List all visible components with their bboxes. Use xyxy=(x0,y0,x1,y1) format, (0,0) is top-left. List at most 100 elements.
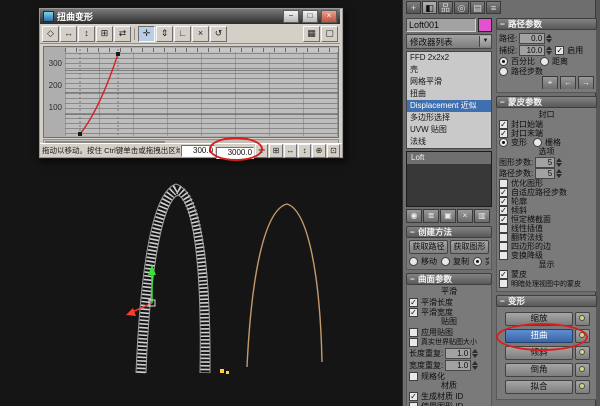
flip-normals-checkbox[interactable]: 翻转法线 xyxy=(499,233,594,242)
utilities-tab-icon[interactable]: ≡ xyxy=(486,1,501,14)
pan-icon[interactable]: ✛ xyxy=(255,143,269,158)
modifier-button[interactable]: 多边形选择 xyxy=(407,112,491,124)
copy-radio[interactable]: 复制 xyxy=(441,256,469,266)
make-symmetrical-icon[interactable]: ◇ xyxy=(42,25,59,42)
shape-steps-spinner[interactable]: 图形步数: 5 xyxy=(499,157,594,168)
zoom-region-icon[interactable]: ⊡ xyxy=(326,143,340,158)
curve-control-point-end[interactable] xyxy=(116,52,120,56)
curve-control-point-start[interactable] xyxy=(78,132,82,136)
spinner-arrows[interactable] xyxy=(472,348,479,358)
scale-toggle-lamp[interactable] xyxy=(575,312,590,326)
display-y-axis-icon[interactable]: ↕ xyxy=(78,25,95,42)
transform-degrade-checkbox[interactable]: 变换降级 xyxy=(499,251,594,260)
snap-spinner[interactable]: 捕捉: 10.0 启用 xyxy=(499,44,594,56)
fit-deformation-button[interactable]: 拟合 xyxy=(505,380,573,394)
display-x-axis-icon[interactable]: ↔ xyxy=(60,25,77,42)
maximize-button[interactable]: □ xyxy=(302,10,318,23)
optimize-shapes-checkbox[interactable]: 优化图形 xyxy=(499,179,594,188)
display-xy-axes-icon[interactable]: ⊞ xyxy=(96,25,113,42)
minimize-button[interactable]: − xyxy=(283,10,299,23)
get-shape-button[interactable]: 获取图形 xyxy=(450,240,489,254)
morph-radio[interactable]: 变形 xyxy=(499,138,527,147)
spinner-arrows[interactable] xyxy=(472,360,479,370)
create-tab-icon[interactable]: + xyxy=(406,1,421,14)
insert-corner-point-icon[interactable]: ∟ xyxy=(174,25,191,42)
smooth-length-checkbox[interactable]: 平滑长度 xyxy=(409,297,489,307)
move-radio[interactable]: 移动 xyxy=(409,256,437,266)
linear-interp-checkbox[interactable]: 线性插值 xyxy=(499,224,594,233)
zoom-icon[interactable]: ⊕ xyxy=(312,143,326,158)
zoom-extents-icon[interactable]: ⊞ xyxy=(269,143,283,158)
show-end-result-icon[interactable]: ≣ xyxy=(423,209,439,223)
skin-checkbox[interactable]: 蒙皮 xyxy=(499,270,594,279)
teeter-toggle-lamp[interactable] xyxy=(575,346,590,360)
modify-tab-icon[interactable]: ◧ xyxy=(422,1,437,14)
move-control-point-icon[interactable]: ✛ xyxy=(138,25,155,42)
modifier-button[interactable]: FFD 2x2x2 xyxy=(407,52,491,64)
path-steps-spinner[interactable]: 路径步数: 5 xyxy=(499,168,594,179)
modifier-stack[interactable]: Loft xyxy=(406,151,492,207)
selected-point-y-field[interactable]: 3000.0 xyxy=(216,146,255,159)
spinner-arrows[interactable] xyxy=(546,33,553,43)
fit-toggle-lamp[interactable] xyxy=(575,380,590,394)
smooth-width-checkbox[interactable]: 平滑宽度 xyxy=(409,307,489,317)
distance-radio[interactable]: 距离 xyxy=(540,56,568,66)
make-unique-icon[interactable]: ▣ xyxy=(440,209,456,223)
skin-in-shaded-checkbox[interactable]: 明暗处理视图中的蒙皮 xyxy=(499,279,594,288)
swap-deform-curves-icon[interactable]: ⇄ xyxy=(114,25,131,42)
rollout-header[interactable]: − 变形 xyxy=(496,295,597,307)
previous-shape-icon[interactable]: ← xyxy=(560,76,576,89)
modifier-button[interactable]: 壳 xyxy=(407,64,491,76)
twist-toggle-lamp[interactable] xyxy=(575,329,590,343)
path-spinner[interactable]: 路径: 0.0 xyxy=(499,32,594,44)
close-button[interactable]: × xyxy=(321,10,337,23)
reset-curve-icon[interactable]: ↺ xyxy=(210,25,227,42)
deformation-curve-graph[interactable]: 300 200 100 xyxy=(43,46,339,138)
percent-radio[interactable]: 百分比 xyxy=(499,56,535,66)
delete-control-point-icon[interactable]: × xyxy=(192,25,209,42)
configure-modifier-sets-icon[interactable]: ▥ xyxy=(474,209,490,223)
display-options-icon[interactable]: ▦ xyxy=(303,25,320,42)
next-shape-icon[interactable]: → xyxy=(578,76,594,89)
modifier-button[interactable]: UVW 贴图 xyxy=(407,124,491,136)
normalize-checkbox[interactable]: 规格化 xyxy=(409,371,489,381)
display-tab-icon[interactable]: ▤ xyxy=(470,1,485,14)
maximize-display-icon[interactable]: ▢ xyxy=(321,25,338,42)
spinner-arrows[interactable] xyxy=(556,169,563,178)
rollout-header[interactable]: − 蒙皮参数 xyxy=(496,96,597,108)
get-path-button[interactable]: 获取路径 xyxy=(409,240,448,254)
modifier-button[interactable]: 扭曲 xyxy=(407,88,491,100)
motion-tab-icon[interactable]: ◎ xyxy=(454,1,469,14)
teeter-deformation-button[interactable]: 倾斜 xyxy=(505,346,573,360)
instance-radio[interactable]: 实例 xyxy=(473,256,489,266)
twist-deformation-button[interactable]: 扭曲 xyxy=(505,329,573,343)
rollout-header[interactable]: − 曲面参数 xyxy=(406,273,492,285)
modifier-button-selected[interactable]: Displacement 近似 xyxy=(407,100,491,112)
dialog-titlebar[interactable]: 扭曲变形 − □ × xyxy=(40,9,340,24)
modifier-button[interactable]: 法线 xyxy=(407,136,491,148)
cap-end-checkbox[interactable]: 封口末端 xyxy=(499,129,594,138)
apply-mapping-checkbox[interactable]: 应用贴图 xyxy=(409,327,489,337)
object-name-field[interactable]: Loft001 xyxy=(406,18,476,32)
spinner-arrows[interactable] xyxy=(556,158,563,167)
stack-item-loft[interactable]: Loft xyxy=(407,152,491,164)
real-world-map-checkbox[interactable]: 真实世界贴图大小 xyxy=(409,337,489,347)
zoom-vertical-extents-icon[interactable]: ↕ xyxy=(298,143,312,158)
snap-enable-checkbox[interactable] xyxy=(555,45,565,55)
generate-material-id-checkbox[interactable]: 生成材质 ID xyxy=(409,391,489,401)
use-shape-id-checkbox[interactable]: 使用图形 ID xyxy=(409,401,489,406)
length-repeat-spinner[interactable]: 长度重复: 1.0 xyxy=(409,347,489,359)
zoom-horizontal-extents-icon[interactable]: ↔ xyxy=(283,143,298,158)
width-repeat-spinner[interactable]: 宽度重复: 1.0 xyxy=(409,359,489,371)
pick-shape-icon[interactable]: ⌖ xyxy=(542,76,558,89)
grid-radio[interactable]: 栅格 xyxy=(533,138,561,147)
spinner-arrows[interactable] xyxy=(546,45,553,55)
cap-start-checkbox[interactable]: 封口始端 xyxy=(499,120,543,129)
hierarchy-tab-icon[interactable]: 品 xyxy=(438,1,453,14)
bevel-toggle-lamp[interactable] xyxy=(575,363,590,377)
quad-sides-checkbox[interactable]: 四边形的边 xyxy=(499,242,594,251)
constant-cross-section-checkbox[interactable]: 恒定横截面 xyxy=(499,215,594,224)
modifier-list-dropdown[interactable]: 修改器列表 ▼ xyxy=(406,34,492,49)
path-steps-radio[interactable]: 路径步数 xyxy=(499,66,594,76)
bevel-deformation-button[interactable]: 倒角 xyxy=(505,363,573,377)
